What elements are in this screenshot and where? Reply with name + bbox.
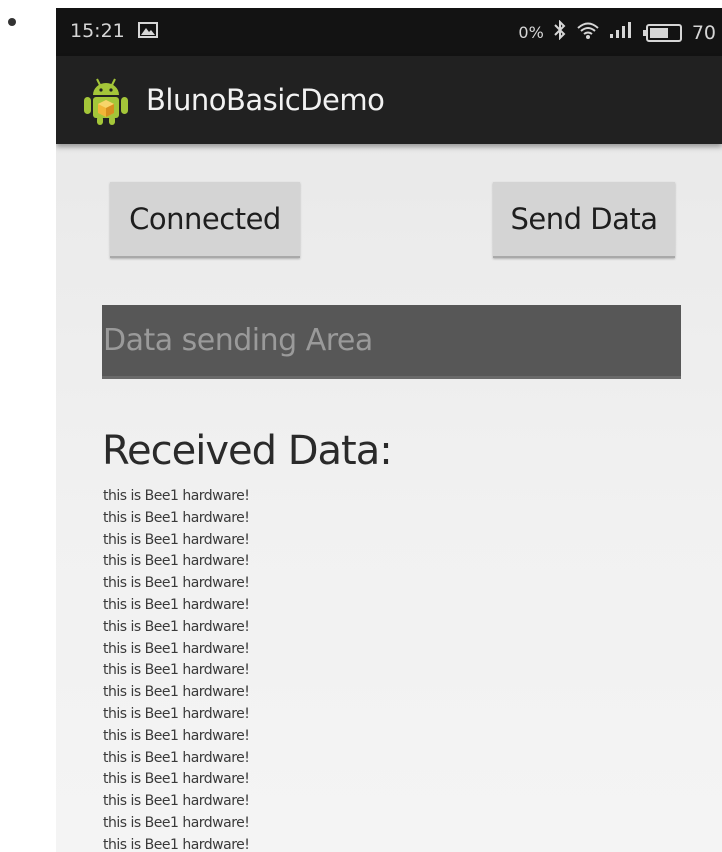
received-line: this is Bee1 hardware! — [103, 509, 250, 526]
cell-signal-icon — [609, 20, 636, 45]
action-bar: BlunoBasicDemo — [56, 56, 722, 144]
received-line: this is Bee1 hardware! — [103, 836, 250, 852]
received-line: this is Bee1 hardware! — [103, 814, 250, 831]
data-sending-input[interactable] — [102, 305, 681, 379]
battery-fill — [649, 27, 669, 38]
received-line: this is Bee1 hardware! — [103, 488, 250, 504]
battery-level: 70 — [691, 21, 716, 44]
received-line: this is Bee1 hardware! — [103, 575, 250, 592]
status-speed: 0% — [518, 23, 544, 42]
send-data-button[interactable]: Send Data — [493, 182, 675, 258]
received-data-list: this is Bee1 hardware! this is Bee1 hardw… — [103, 486, 503, 852]
received-data-title: Received Data: — [102, 428, 393, 474]
received-line: this is Bee1 hardware! — [103, 771, 250, 788]
phone-screen: 15:21 0% 70 BlunoBasicDemo Connected Sen… — [56, 8, 722, 852]
received-line: this is Bee1 hardware! — [103, 684, 250, 701]
received-line: this is Bee1 hardware! — [103, 662, 250, 679]
battery-icon — [642, 23, 682, 42]
received-line: this is Bee1 hardware! — [103, 793, 250, 810]
list-bullet — [8, 18, 16, 26]
app-title: BlunoBasicDemo — [146, 83, 385, 117]
status-icons: 0% 70 — [518, 19, 716, 45]
received-line: this is Bee1 hardware! — [103, 553, 250, 570]
android-app-icon — [80, 76, 132, 131]
received-line: this is Bee1 hardware! — [103, 705, 250, 722]
received-line: this is Bee1 hardware! — [103, 618, 250, 635]
page: 15:21 0% 70 BlunoBasicDemo Connected Sen… — [0, 0, 722, 852]
wifi-icon — [576, 20, 600, 45]
image-icon — [138, 22, 158, 38]
received-line: this is Bee1 hardware! — [103, 727, 250, 744]
status-time: 15:21 — [70, 20, 125, 42]
received-line: this is Bee1 hardware! — [103, 531, 250, 548]
status-bar: 15:21 0% 70 — [56, 8, 722, 56]
bluetooth-icon — [554, 19, 566, 45]
received-line: this is Bee1 hardware! — [103, 749, 250, 766]
received-line: this is Bee1 hardware! — [103, 596, 250, 613]
received-line: this is Bee1 hardware! — [103, 640, 250, 657]
connect-button[interactable]: Connected — [110, 182, 300, 258]
